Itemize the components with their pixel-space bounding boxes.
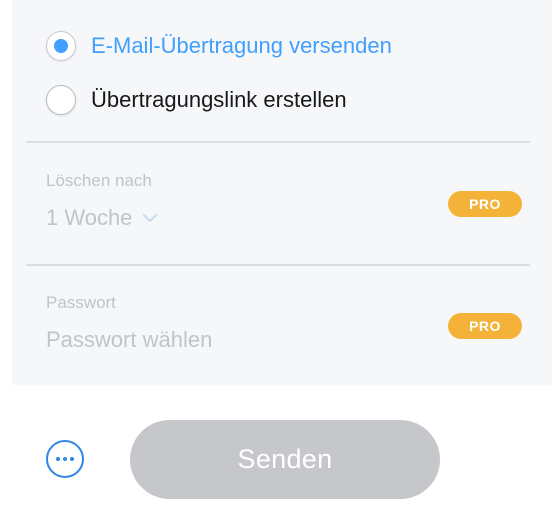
email-transfer-option[interactable]: E-Mail-Übertragung versenden [46, 31, 392, 61]
chevron-down-icon [142, 213, 158, 223]
divider [26, 141, 530, 143]
link-transfer-option[interactable]: Übertragungslink erstellen [46, 85, 347, 115]
divider [26, 264, 530, 266]
expiry-pro-badge: PRO [448, 191, 522, 217]
expiry-label: Löschen nach [46, 171, 152, 190]
password-pro-badge: PRO [448, 313, 522, 339]
ellipsis-circle-icon [56, 457, 60, 461]
more-options-button[interactable] [46, 440, 84, 478]
send-button[interactable]: Senden [130, 420, 440, 499]
email-transfer-label: E-Mail-Übertragung versenden [91, 33, 392, 58]
link-transfer-radio[interactable] [46, 85, 76, 115]
link-transfer-label: Übertragungslink erstellen [91, 87, 347, 112]
expiry-value: 1 Woche [46, 205, 133, 230]
password-label: Passwort [46, 293, 116, 312]
password-placeholder: Passwort wählen [46, 327, 213, 352]
email-transfer-radio[interactable] [46, 31, 76, 61]
